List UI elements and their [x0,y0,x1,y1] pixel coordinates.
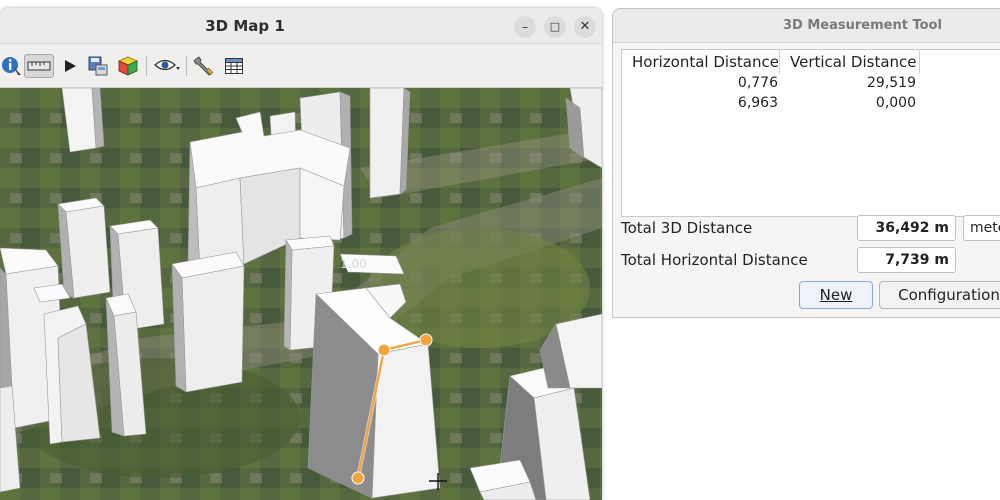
measurement-point[interactable] [351,471,365,485]
total-3d-distance-value: 36,492 m [857,215,956,241]
save-scene-icon[interactable] [86,54,110,78]
minimize-button[interactable]: – [514,16,536,38]
unit-select[interactable]: mete [963,215,1000,241]
horizontal-distance-cell: 0,776 [737,75,778,91]
map-3d-scene: 1.00 [0,88,602,500]
measure-ruler-icon[interactable] [24,54,54,78]
map-3d-window: 3D Map 1 – □ ✕ 1.00 [0,8,602,500]
map-window-title: 3D Map 1 [205,17,285,35]
close-button[interactable]: ✕ [574,16,596,38]
vertical-distance-cell: 0,000 [875,95,916,111]
total-horizontal-distance-label: Total Horizontal Distance [621,251,808,269]
measure-titlebar[interactable]: 3D Measurement Tool [613,9,1000,43]
table-icon[interactable] [222,54,246,78]
maximize-button[interactable]: □ [544,16,566,38]
map-toolbar [0,44,602,88]
configuration-button[interactable]: Configuration [879,281,1000,309]
column-header-horizontal[interactable]: Horizontal Distance [622,50,780,74]
total-3d-distance-label: Total 3D Distance [621,219,753,237]
eye-visibility-icon[interactable] [154,54,182,78]
measurement-tool-window: 3D Measurement Tool Horizontal Distance … [612,8,1000,318]
toolbar-separator [146,56,147,76]
map-titlebar[interactable]: 3D Map 1 – □ ✕ [0,8,602,44]
horizontal-distance-cell: 6,963 [737,95,778,111]
map-3d-viewport[interactable]: 1.00 [0,88,602,500]
vertical-distance-cell: 29,519 [867,75,916,91]
play-icon[interactable] [58,54,82,78]
table-row[interactable]: 0,776 29,519 [622,75,1000,95]
scale-label: 1.00 [340,257,367,271]
total-horizontal-distance-value: 7,739 m [857,247,956,273]
measure-window-title: 3D Measurement Tool [783,18,942,33]
wrench-icon[interactable] [192,54,216,78]
measurement-table[interactable]: Horizontal Distance Vertical Distance 0,… [621,49,1000,217]
new-button-label: New [819,286,853,304]
cube-layers-icon[interactable] [116,54,140,78]
table-row[interactable]: 6,963 0,000 [622,95,1000,115]
identify-icon[interactable] [0,54,24,78]
toolbar-separator [186,56,187,76]
measurement-point[interactable] [377,343,391,357]
measurement-point[interactable] [419,333,433,347]
column-header-vertical[interactable]: Vertical Distance [780,50,920,74]
new-button[interactable]: New [799,281,873,309]
